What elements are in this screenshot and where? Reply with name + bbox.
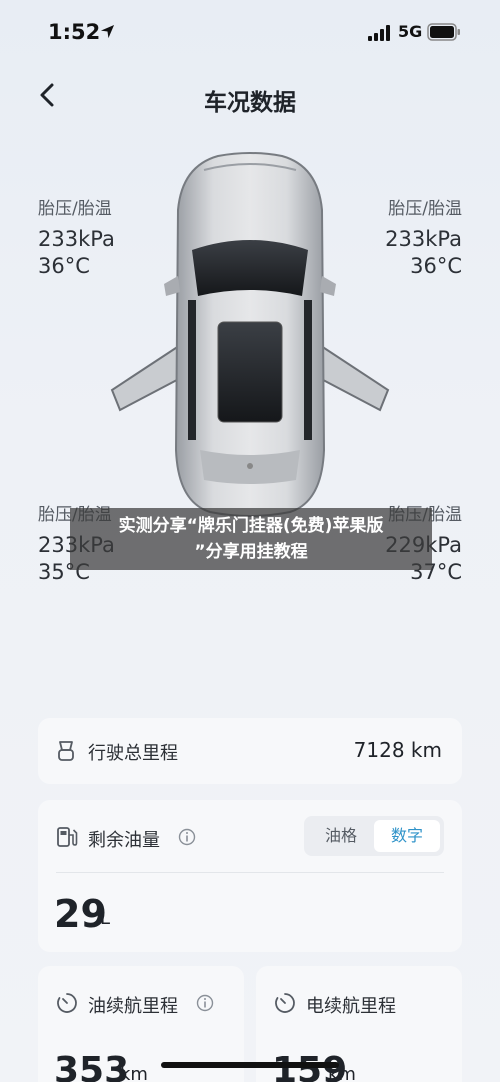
page-title: 车况数据 — [204, 90, 296, 116]
tire-front-left: 胎压/胎温 233kPa 36°C — [38, 198, 115, 281]
fuel-display-toggle: 油格 数字 — [304, 816, 444, 856]
electric-range-label: 电续航里程 — [306, 996, 396, 1017]
gauge-icon — [57, 993, 77, 1013]
fuel-range-unit: km — [120, 1064, 148, 1082]
status-time: 1:52 — [48, 20, 101, 44]
fuel-label: 剩余油量 — [88, 830, 160, 851]
home-indicator[interactable] — [161, 1062, 339, 1068]
car-top-view-image — [110, 152, 390, 517]
tab-fuel-digital[interactable]: 数字 — [374, 820, 440, 852]
fuel-pump-icon — [57, 827, 78, 847]
tire-pressure: 233kPa — [38, 227, 115, 252]
info-icon[interactable] — [178, 828, 196, 846]
fuel-range-label: 油续航里程 — [88, 996, 178, 1017]
fuel-range-value: 353 — [54, 1050, 130, 1082]
gauge-icon — [275, 993, 295, 1013]
fuel-value: 29 — [54, 892, 107, 936]
status-bar: 1:52 5G — [0, 0, 500, 60]
tire-temperature: 36°C — [38, 254, 90, 279]
odometer-label: 行驶总里程 — [88, 743, 178, 764]
watermark-line-2: ”分享用挂教程 — [194, 542, 308, 562]
tire-label: 胎压/胎温 — [38, 199, 112, 219]
tire-front-right: 胎压/胎温 233kPa 36°C — [385, 198, 462, 281]
fuel-unit: L — [100, 908, 111, 929]
odometer-icon — [58, 741, 74, 761]
watermark-line-1: 实测分享“牌乐门挂器(免费)苹果版 — [118, 516, 384, 536]
tire-temperature: 36°C — [410, 254, 462, 279]
battery-icon — [427, 23, 460, 41]
network-type: 5G — [398, 22, 423, 41]
tire-pressure: 233kPa — [385, 227, 462, 252]
divider — [56, 872, 444, 873]
tab-fuel-gauge[interactable]: 油格 — [308, 820, 374, 852]
tire-label: 胎压/胎温 — [388, 199, 462, 219]
fuel-card: 剩余油量 油格 数字 29 L — [38, 800, 462, 952]
location-arrow-icon — [100, 24, 115, 39]
signal-icon — [368, 25, 390, 41]
watermark-overlay: 实测分享“牌乐门挂器(免费)苹果版 ”分享用挂教程 — [70, 508, 432, 570]
odometer-value: 7128 km — [353, 738, 442, 762]
info-icon[interactable] — [196, 994, 214, 1012]
odometer-card: 行驶总里程 7128 km — [38, 718, 462, 784]
